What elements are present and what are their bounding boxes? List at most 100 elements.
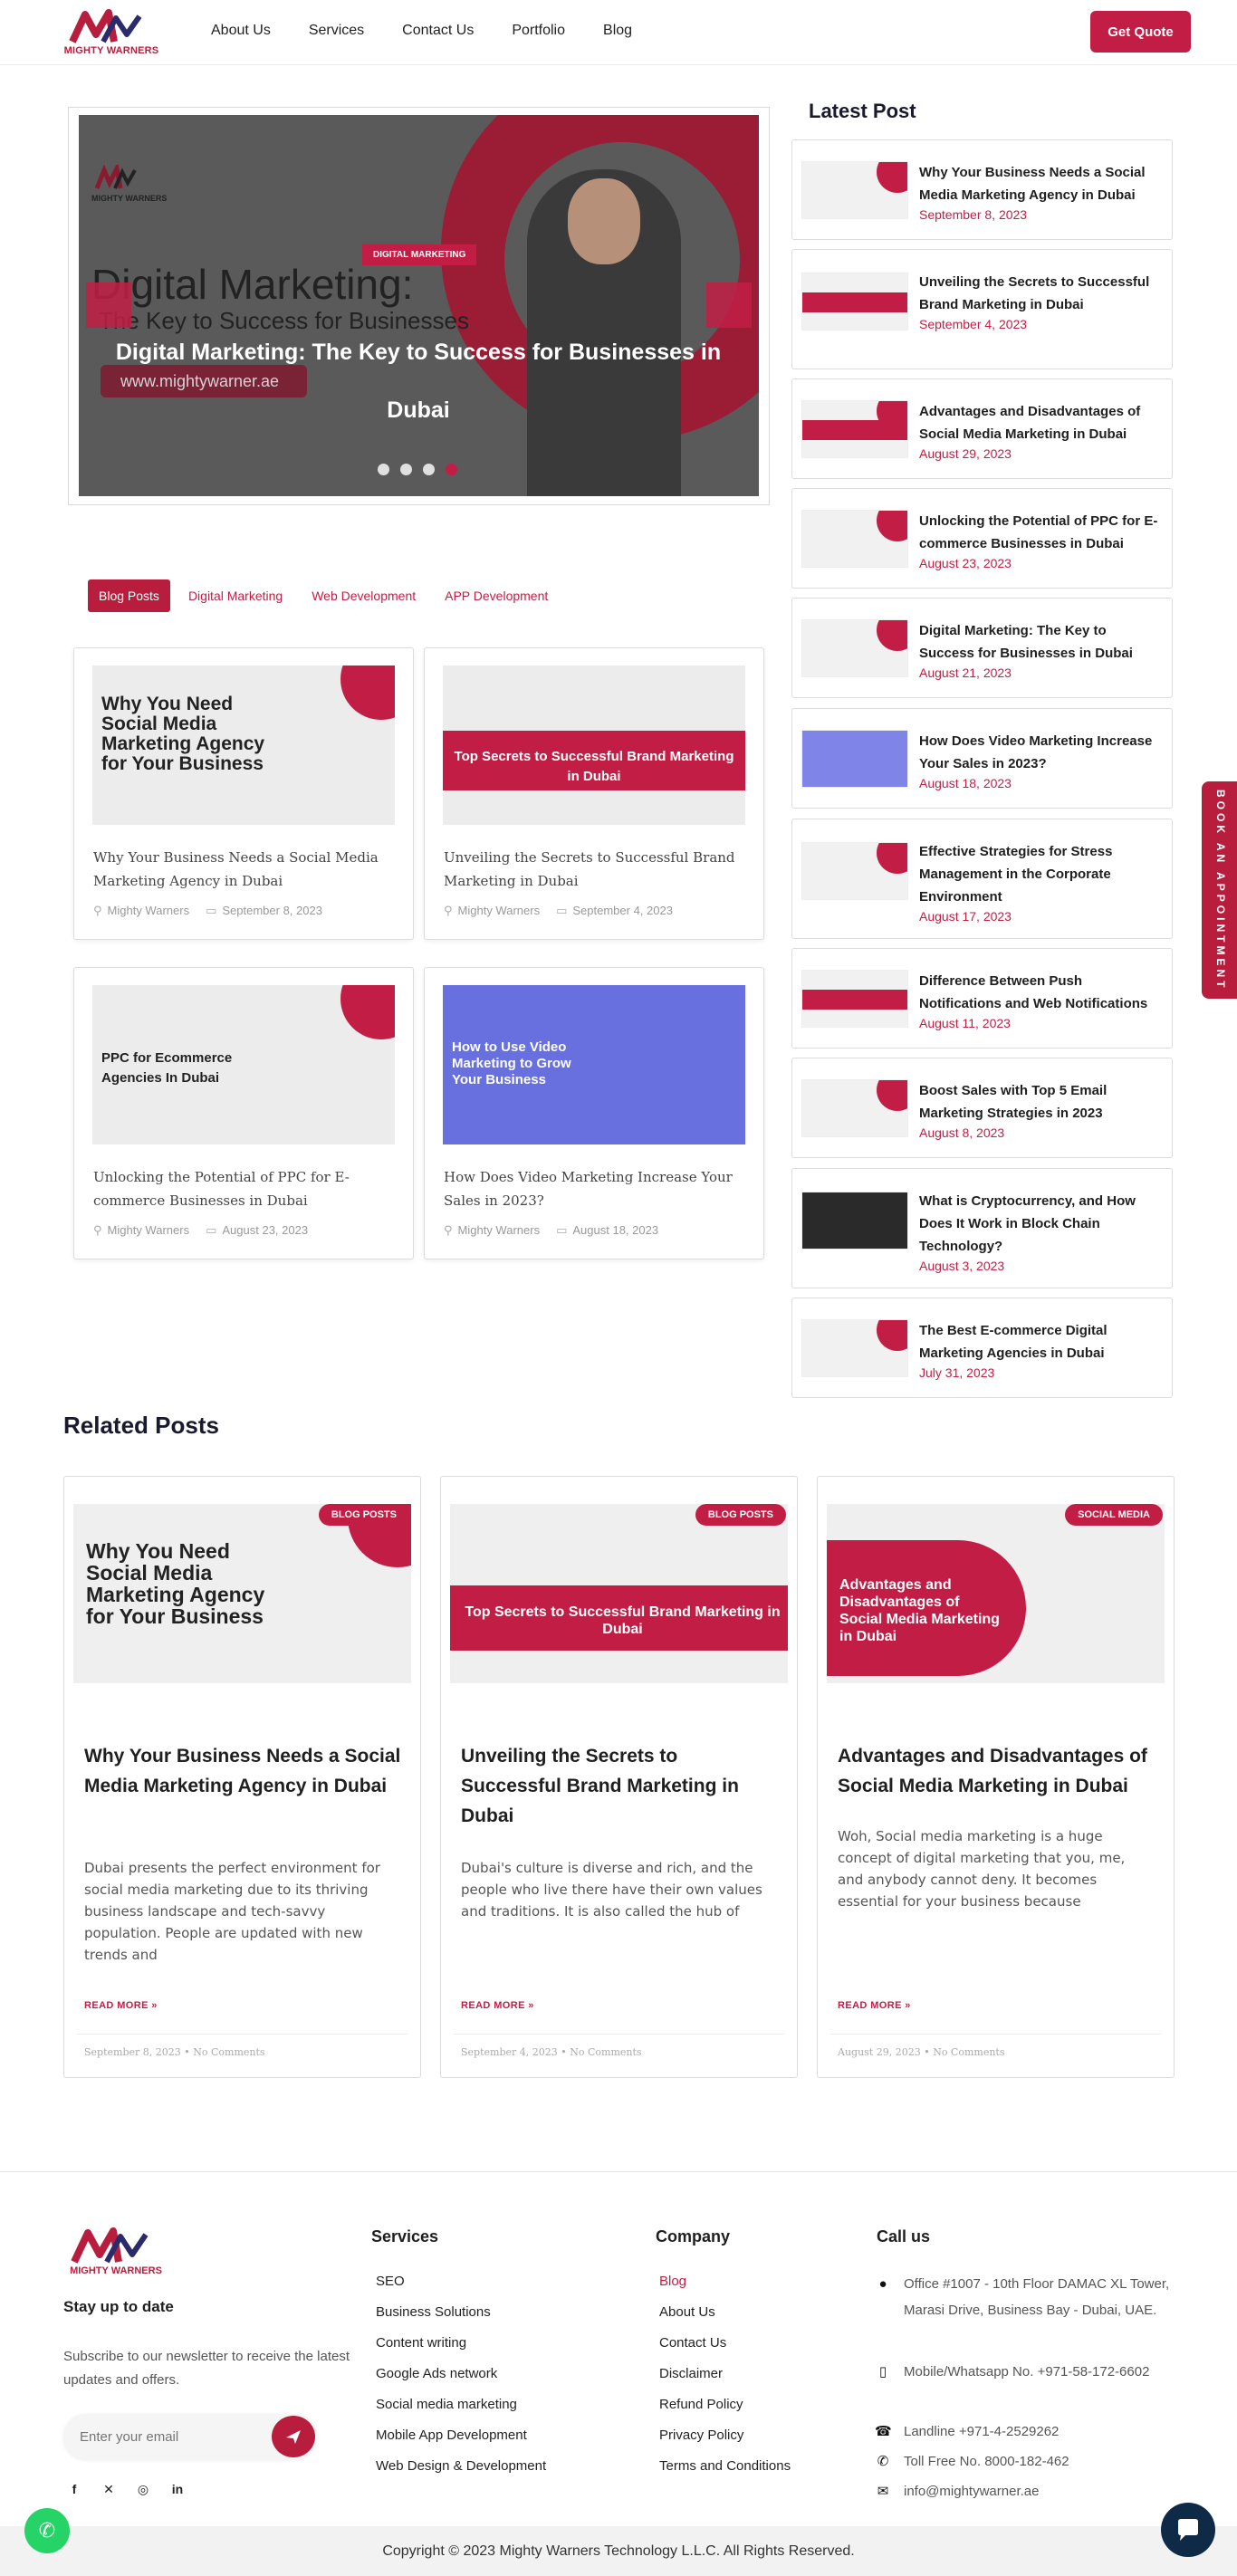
nav-blog[interactable]: Blog [603,23,632,39]
latest-post-item[interactable]: Effective Strategies for Stress Manageme… [791,819,1173,939]
latest-post-thumbnail[interactable] [801,400,908,458]
footer-link-web-design[interactable]: Web Design & Development [376,2451,546,2482]
blog-card-image[interactable]: Why You Need Social Media Marketing Agen… [92,666,395,825]
related-post-badge[interactable]: BLOG POSTS [695,1504,786,1526]
footer-link-terms[interactable]: Terms and Conditions [659,2451,791,2482]
latest-post-item[interactable]: Why Your Business Needs a Social Media M… [791,139,1173,240]
related-post-image[interactable]: Top Secrets to Successful Brand Marketin… [450,1504,788,1683]
slider-dot-active[interactable] [446,464,457,475]
contact-toll-free-text[interactable]: Toll Free No. 8000-182-462 [904,2448,1069,2475]
tab-app-development[interactable]: APP Development [434,579,559,612]
read-more-link[interactable]: READ MORE » [84,2000,158,2011]
latest-post-thumbnail[interactable] [801,619,908,677]
related-post-image[interactable]: Why You Need Social Media Marketing Agen… [73,1504,411,1683]
latest-post-thumbnail[interactable] [801,1319,908,1377]
latest-post-title[interactable]: Why Your Business Needs a Social Media M… [919,161,1161,206]
latest-post-item[interactable]: Unveiling the Secrets to Successful Bran… [791,249,1173,369]
blog-card[interactable]: How to Use Video Marketing to Grow Your … [424,967,764,1259]
contact-landline[interactable]: ☎ Landline +971-4-2529262 [875,2418,1178,2445]
nav-portfolio[interactable]: Portfolio [512,23,565,39]
latest-post-thumbnail[interactable] [801,970,908,1028]
featured-slider[interactable]: MIGHTY WARNERS Digital Marketing: The Ke… [79,115,759,496]
whatsapp-button[interactable]: ✆ [24,2508,70,2553]
latest-post-thumbnail[interactable] [801,161,908,219]
blog-card-title[interactable]: Why Your Business Needs a Social Media M… [93,846,396,893]
related-post-comments[interactable]: No Comments [193,2046,264,2058]
latest-post-item[interactable]: What is Cryptocurrency, and How Does It … [791,1168,1173,1288]
blog-card[interactable]: PPC for Ecommerce Agencies In Dubai Unlo… [73,967,414,1259]
latest-post-thumbnail[interactable] [801,842,908,900]
related-post-comments[interactable]: No Comments [570,2046,641,2058]
footer-link-mobile-app-development[interactable]: Mobile App Development [376,2420,546,2451]
slider-dot[interactable] [378,464,389,475]
newsletter-submit-button[interactable] [272,2416,315,2457]
slider-prev-arrow[interactable] [86,282,131,328]
tab-web-development[interactable]: Web Development [301,579,427,612]
latest-post-thumbnail[interactable] [801,1192,908,1250]
blog-card[interactable]: Top Secrets to Successful Brand Marketin… [424,647,764,940]
slide-title[interactable]: Digital Marketing: The Key to Success fo… [106,323,731,439]
latest-post-item[interactable]: Difference Between Push Notifications an… [791,948,1173,1049]
contact-email[interactable]: ✉ info@mightywarner.ae [875,2478,1178,2504]
related-post-title[interactable]: Unveiling the Secrets to Successful Bran… [461,1741,782,1831]
latest-post-item[interactable]: How Does Video Marketing Increase Your S… [791,708,1173,809]
instagram-icon[interactable]: ◎ [136,2482,150,2497]
blog-card-image[interactable]: Top Secrets to Successful Brand Marketin… [443,666,745,825]
latest-post-item[interactable]: The Best E-commerce Digital Marketing Ag… [791,1298,1173,1398]
latest-post-thumbnail[interactable] [801,273,908,330]
x-twitter-icon[interactable]: ✕ [101,2482,116,2497]
latest-post-title[interactable]: Effective Strategies for Stress Manageme… [919,840,1161,908]
chat-widget-button[interactable] [1161,2503,1215,2557]
latest-post-item[interactable]: Advantages and Disadvantages of Social M… [791,378,1173,479]
blog-card-image[interactable]: How to Use Video Marketing to Grow Your … [443,985,745,1144]
facebook-icon[interactable]: f [67,2482,82,2497]
related-post-title[interactable]: Advantages and Disadvantages of Social M… [838,1741,1159,1801]
latest-post-title[interactable]: Advantages and Disadvantages of Social M… [919,400,1161,445]
related-post-comments[interactable]: No Comments [933,2046,1004,2058]
site-logo[interactable]: MIGHTY WARNERS [62,7,161,58]
latest-post-title[interactable]: Boost Sales with Top 5 Email Marketing S… [919,1079,1161,1125]
footer-link-blog[interactable]: Blog [659,2266,791,2297]
contact-mobile[interactable]: ▯ Mobile/Whatsapp No. +971-58-172-6602 [875,2359,1178,2385]
footer-link-contact-us[interactable]: Contact Us [659,2328,791,2359]
blog-card-image[interactable]: PPC for Ecommerce Agencies In Dubai [92,985,395,1144]
footer-link-business-solutions[interactable]: Business Solutions [376,2297,546,2328]
related-post-badge[interactable]: BLOG POSTS [318,1504,409,1526]
footer-logo[interactable]: MIGHTY WARNERS [63,2226,168,2280]
related-post-title[interactable]: Why Your Business Needs a Social Media M… [84,1741,406,1801]
related-post-card[interactable]: Why You Need Social Media Marketing Agen… [63,1476,421,2078]
nav-contact-us[interactable]: Contact Us [402,23,474,39]
contact-landline-text[interactable]: Landline +971-4-2529262 [904,2418,1059,2445]
latest-post-thumbnail[interactable] [801,730,908,788]
read-more-link[interactable]: READ MORE » [461,2000,534,2011]
latest-post-title[interactable]: Difference Between Push Notifications an… [919,970,1161,1015]
tab-digital-marketing[interactable]: Digital Marketing [177,579,293,612]
blog-card-title[interactable]: Unlocking the Potential of PPC for E-com… [93,1165,396,1212]
nav-services[interactable]: Services [309,23,364,39]
latest-post-title[interactable]: What is Cryptocurrency, and How Does It … [919,1190,1161,1258]
footer-link-privacy-policy[interactable]: Privacy Policy [659,2420,791,2451]
latest-post-title[interactable]: Unlocking the Potential of PPC for E-com… [919,510,1161,555]
latest-post-title[interactable]: Digital Marketing: The Key to Success fo… [919,619,1161,665]
contact-email-text[interactable]: info@mightywarner.ae [904,2478,1039,2504]
related-post-card[interactable]: Advantages and Disadvantages of Social M… [817,1476,1175,2078]
slide-category-badge[interactable]: DIGITAL MARKETING [362,244,477,265]
related-post-card[interactable]: Top Secrets to Successful Brand Marketin… [440,1476,798,2078]
tab-blog-posts[interactable]: Blog Posts [88,579,170,612]
newsletter-email-input[interactable] [63,2414,254,2459]
footer-link-seo[interactable]: SEO [376,2266,546,2297]
latest-post-item[interactable]: Unlocking the Potential of PPC for E-com… [791,488,1173,589]
read-more-link[interactable]: READ MORE » [838,2000,911,2011]
blog-card-title[interactable]: Unveiling the Secrets to Successful Bran… [444,846,746,893]
get-quote-button[interactable]: Get Quote [1090,11,1191,53]
book-appointment-tab[interactable]: BOOK AN APPOINTMENT [1202,781,1237,999]
latest-post-title[interactable]: Unveiling the Secrets to Successful Bran… [919,271,1161,316]
slider-dot[interactable] [400,464,412,475]
latest-post-item[interactable]: Digital Marketing: The Key to Success fo… [791,598,1173,698]
footer-link-about-us[interactable]: About Us [659,2297,791,2328]
latest-post-title[interactable]: How Does Video Marketing Increase Your S… [919,730,1161,775]
latest-post-thumbnail[interactable] [801,510,908,568]
latest-post-title[interactable]: The Best E-commerce Digital Marketing Ag… [919,1319,1161,1365]
latest-post-item[interactable]: Boost Sales with Top 5 Email Marketing S… [791,1058,1173,1158]
blog-card-title[interactable]: How Does Video Marketing Increase Your S… [444,1165,746,1212]
